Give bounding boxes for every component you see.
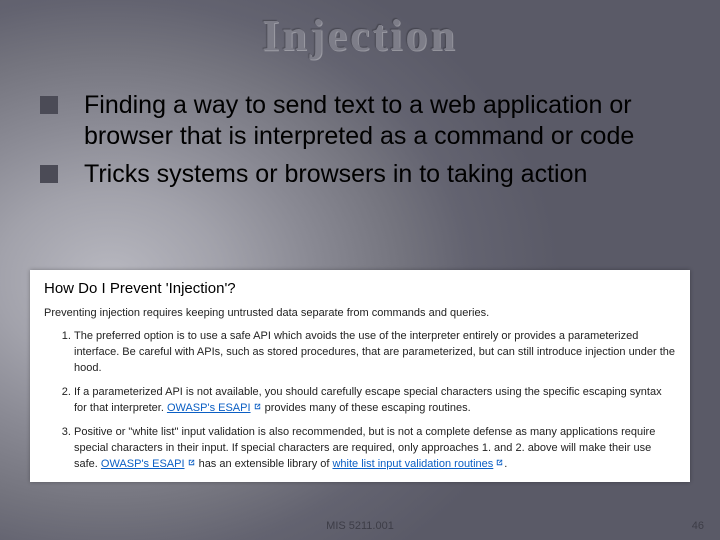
slide: Injection Finding a way to send text to … xyxy=(0,0,720,540)
article-link[interactable]: OWASP's ESAPI xyxy=(167,402,251,414)
bullet-marker xyxy=(40,165,58,183)
bullet-marker xyxy=(40,96,58,114)
article-text: . xyxy=(504,458,507,470)
embedded-article: How Do I Prevent 'Injection'? Preventing… xyxy=(30,270,690,482)
bullet-item: Finding a way to send text to a web appl… xyxy=(40,90,690,153)
bullet-text: Finding a way to send text to a web appl… xyxy=(84,90,690,153)
slide-title: Injection xyxy=(0,10,720,61)
bullet-item: Tricks systems or browsers in to taking … xyxy=(40,159,690,190)
external-link-icon xyxy=(187,458,196,467)
external-link-icon xyxy=(495,458,504,467)
footer-course-code: MIS 5211.001 xyxy=(0,520,720,532)
bullet-list: Finding a way to send text to a web appl… xyxy=(40,90,690,196)
article-item: If a parameterized API is not available,… xyxy=(74,385,676,417)
article-ordered-list: The preferred option is to use a safe AP… xyxy=(44,329,676,473)
article-item: Positive or "white list" input validatio… xyxy=(74,425,676,473)
article-text: has an extensible library of xyxy=(196,458,333,470)
article-text: The preferred option is to use a safe AP… xyxy=(74,330,675,374)
article-intro: Preventing injection requires keeping un… xyxy=(44,307,676,319)
article-link[interactable]: OWASP's ESAPI xyxy=(101,458,185,470)
external-link-icon xyxy=(253,402,262,411)
footer-page-number: 46 xyxy=(692,520,704,532)
article-link[interactable]: white list input validation routines xyxy=(332,458,493,470)
article-item: The preferred option is to use a safe AP… xyxy=(74,329,676,377)
bullet-text: Tricks systems or browsers in to taking … xyxy=(84,159,587,190)
article-text: provides many of these escaping routines… xyxy=(262,402,471,414)
article-heading: How Do I Prevent 'Injection'? xyxy=(44,280,676,297)
